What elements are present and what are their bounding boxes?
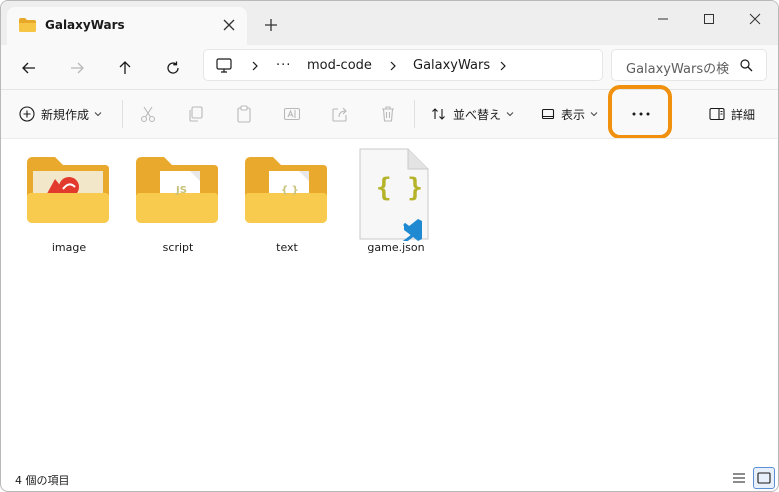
image-folder-icon (27, 157, 109, 223)
divider (414, 100, 415, 128)
address-row: ··· mod-code GalaxyWars GalaxyWarsの検 (1, 45, 778, 89)
details-button[interactable]: 詳細 (709, 102, 755, 126)
search-box[interactable]: GalaxyWarsの検 (611, 49, 767, 81)
sort-label: 並べ替え (453, 107, 502, 122)
computer-icon (216, 58, 232, 73)
arrow-left-icon (22, 62, 35, 74)
file-name: text (276, 241, 298, 254)
tiles-view-icon (757, 472, 771, 484)
maximize-icon (704, 14, 714, 24)
folder-image[interactable]: image (19, 147, 119, 257)
refresh-button[interactable] (159, 55, 187, 81)
refresh-icon (167, 61, 179, 74)
json-braces: { } (376, 173, 423, 203)
tab-galaxywars[interactable]: GalaxyWars (7, 7, 247, 45)
rename-icon[interactable] (283, 105, 301, 123)
arrow-right-icon (71, 62, 84, 74)
paste-icon[interactable] (235, 105, 253, 123)
tab-title: GalaxyWars (45, 18, 125, 32)
js-badge: JS (176, 185, 187, 196)
breadcrumb-galaxywars[interactable]: GalaxyWars (413, 58, 490, 73)
chevron-down-icon (590, 112, 598, 117)
trash-icon[interactable] (379, 105, 397, 123)
forward-button[interactable] (63, 55, 91, 81)
address-bar[interactable]: ··· mod-code GalaxyWars (203, 49, 603, 81)
item-count: 4 個の項目 (15, 474, 70, 487)
maximize-button[interactable] (686, 5, 732, 33)
chevron-right-icon (252, 61, 258, 71)
cut-icon[interactable] (139, 105, 157, 123)
minimize-button[interactable] (640, 5, 686, 33)
file-name: game.json (367, 241, 425, 254)
details-pane-icon (709, 107, 725, 121)
divider (122, 100, 123, 128)
close-tab-icon[interactable] (221, 17, 237, 33)
file-explorer-window: GalaxyWars ··· mod-code GalaxyWars Galax… (0, 0, 779, 492)
search-input[interactable]: GalaxyWarsの検 (626, 58, 729, 77)
back-button[interactable] (15, 55, 43, 81)
large-icons-view-button[interactable] (753, 467, 775, 489)
view-label: 表示 (561, 107, 586, 122)
close-icon (749, 13, 761, 25)
folder-text[interactable]: { } text (237, 147, 337, 257)
share-icon[interactable] (331, 105, 349, 123)
breadcrumb-mod-code[interactable]: mod-code (307, 58, 372, 73)
view-button[interactable]: 表示 (541, 102, 598, 126)
chevron-right-icon[interactable] (498, 59, 508, 73)
breadcrumb-overflow[interactable]: ··· (276, 58, 291, 73)
sort-icon (432, 108, 445, 120)
list-view-icon (733, 473, 745, 483)
sort-button[interactable]: 並べ替え (431, 102, 514, 126)
close-window-button[interactable] (732, 5, 778, 33)
arrow-up-icon (119, 61, 131, 74)
file-list: image JS script { } text {} game.json (1, 139, 778, 459)
file-game-json[interactable]: { } game.json (346, 147, 446, 257)
up-button[interactable] (111, 55, 139, 81)
brace-badge: { } (281, 185, 299, 196)
details-view-button[interactable] (728, 467, 750, 489)
new-tab-icon[interactable] (263, 17, 279, 33)
chevron-down-icon (506, 112, 514, 117)
chevron-down-icon (94, 112, 102, 117)
title-bar: GalaxyWars (1, 1, 778, 45)
copy-icon[interactable] (187, 105, 205, 123)
plus-circle-icon (19, 106, 35, 122)
folder-script[interactable]: JS script (128, 147, 228, 257)
new-label: 新規作成 (41, 107, 90, 122)
view-icon (541, 108, 555, 120)
minimize-icon (658, 18, 668, 20)
search-icon[interactable] (740, 59, 753, 72)
file-name: image (51, 241, 87, 254)
file-name: script (162, 241, 194, 254)
chevron-right-icon (390, 61, 396, 71)
new-button[interactable]: 新規作成 (19, 102, 102, 126)
details-label: 詳細 (731, 107, 756, 122)
folder-icon (19, 18, 36, 32)
more-options-icon[interactable] (631, 111, 651, 117)
